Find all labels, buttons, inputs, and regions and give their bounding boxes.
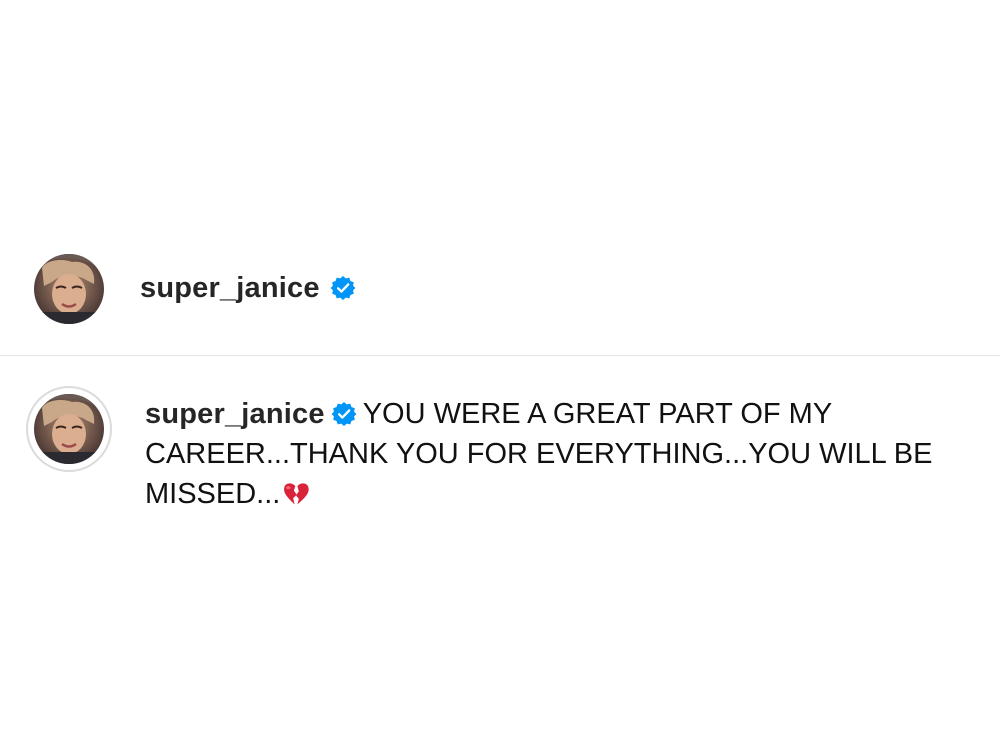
header-user: super_janice [140, 268, 356, 308]
post-header: super_janice [0, 238, 1000, 356]
post-caption: super_janice YOU WERE A GREAT PART OF MY… [0, 380, 1000, 530]
username[interactable]: super_janice [140, 273, 320, 303]
avatar-ring[interactable] [26, 386, 112, 472]
verified-badge-icon [330, 275, 356, 301]
username[interactable]: super_janice [145, 398, 325, 430]
avatar[interactable] [34, 394, 104, 464]
caption-text-block: super_janice YOU WERE A GREAT PART OF MY… [145, 394, 965, 514]
profile-photo-icon [34, 394, 104, 464]
avatar[interactable] [34, 254, 104, 324]
broken-heart-icon [282, 480, 310, 508]
profile-photo-icon [34, 254, 104, 324]
verified-badge-icon [331, 401, 357, 427]
instagram-post: super_janice super_janice YOU WERE A GRE… [0, 0, 1000, 750]
